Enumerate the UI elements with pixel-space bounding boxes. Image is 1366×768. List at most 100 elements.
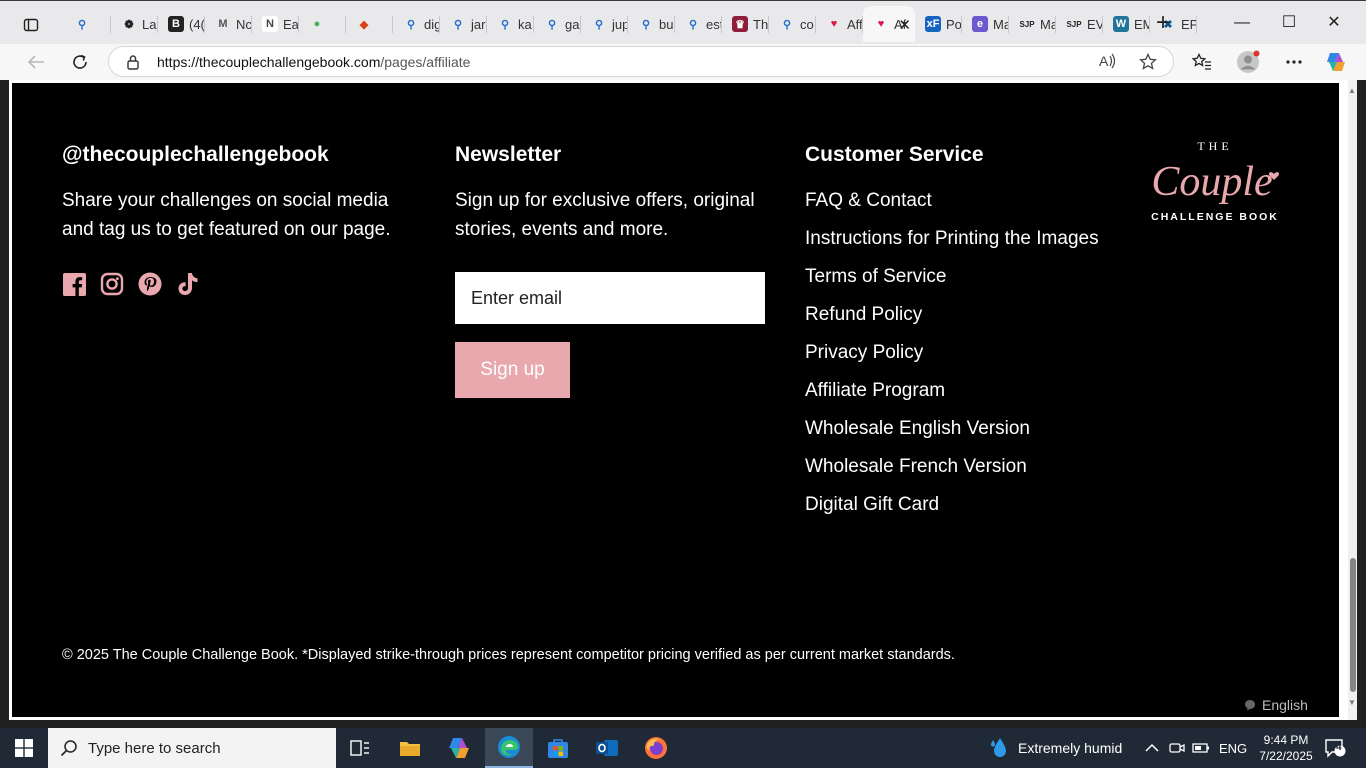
browser-tab[interactable]: ⚲ bu [628, 6, 675, 42]
pinterest-icon[interactable] [138, 272, 162, 296]
browser-tab[interactable]: ● [299, 6, 346, 42]
browser-tab[interactable]: ⚲ est [675, 6, 722, 42]
new-tab-button[interactable]: + [1150, 11, 1176, 37]
more-options-button[interactable] [1279, 49, 1309, 75]
browser-tab[interactable]: ⚲ ka [487, 6, 534, 42]
customer-service-link[interactable]: Instructions for Printing the Images [805, 224, 1099, 262]
address-bar[interactable]: https://thecouplechallengebook.com/pages… [108, 46, 1174, 77]
tab-title: EM [1134, 16, 1150, 32]
social-description: Share your challenges on social media an… [62, 190, 391, 240]
windows-taskbar: Type here to search Extremely humid ENG … [0, 728, 1366, 768]
store-app-button[interactable] [534, 728, 582, 768]
start-button[interactable] [0, 728, 48, 768]
refresh-button[interactable] [65, 49, 95, 75]
browser-tab[interactable]: SJP EV [1056, 6, 1103, 42]
browser-tab[interactable]: N Ea [252, 6, 299, 42]
customer-service-link[interactable]: Digital Gift Card [805, 490, 1099, 528]
tiktok-icon[interactable] [176, 272, 200, 296]
instagram-icon[interactable] [100, 272, 124, 296]
tab-title: Po [946, 16, 962, 32]
favorite-star-icon[interactable] [1139, 52, 1157, 76]
customer-service-link[interactable]: Terms of Service [805, 262, 1099, 300]
browser-tab[interactable]: SJP Ma [1009, 6, 1056, 42]
language-selector[interactable]: English [1244, 697, 1308, 713]
customer-service-link[interactable]: Wholesale French Version [805, 452, 1099, 490]
browser-tab[interactable]: ⚲ jup [581, 6, 628, 42]
copilot-app-button[interactable] [435, 728, 483, 768]
browser-tab[interactable]: ⚲ [64, 6, 111, 42]
notification-center-button[interactable]: 4 [1324, 728, 1346, 768]
shield-icon: ◆ [359, 18, 369, 31]
outlook-app-button[interactable] [583, 728, 631, 768]
battery-icon [1192, 743, 1209, 753]
page-scrollbar[interactable]: ▲ ▼ [1348, 80, 1357, 720]
ellipsis-icon [1286, 60, 1302, 64]
wordpress-icon: W [1113, 16, 1129, 32]
meet-now-button[interactable] [1169, 728, 1185, 768]
back-button[interactable] [21, 49, 51, 75]
tab-title: co [800, 16, 814, 32]
xf-icon: xF [925, 16, 941, 32]
browser-tab[interactable]: ♥ Aff [816, 6, 863, 42]
tab-strip: ⚲ ❁ La B (4(M Nc N Ea ● ◆ ⚲ dig ⚲ jar ⚲ ka ⚲ ga ⚲ jup ⚲ bu ⚲ es… [0, 0, 1366, 44]
chat-bubble-icon [1245, 700, 1255, 711]
openai-icon: ❁ [124, 18, 134, 31]
close-tab-icon[interactable]: ✕ [898, 16, 911, 34]
battery-button[interactable] [1192, 728, 1210, 768]
water-drop-icon [991, 738, 1006, 757]
browser-tab[interactable]: ⚲ jar [440, 6, 487, 42]
favorites-button[interactable] [1187, 49, 1217, 75]
file-explorer-button[interactable] [386, 728, 434, 768]
scroll-up-arrow-icon[interactable]: ▲ [1348, 86, 1356, 95]
facebook-icon[interactable] [62, 272, 86, 296]
browser-tab[interactable]: W EM [1103, 6, 1150, 42]
browser-tab[interactable]: xF Po [915, 6, 962, 42]
browser-tab[interactable]: ♥ Af ✕ [863, 6, 915, 42]
firefox-icon [645, 737, 667, 759]
profile-button[interactable] [1233, 49, 1263, 75]
signup-button[interactable]: Sign up [455, 342, 570, 398]
maximize-button[interactable]: ☐ [1269, 9, 1309, 37]
browser-tab[interactable]: ♛ Th [722, 6, 769, 42]
browser-tab[interactable]: ⚲ co [769, 6, 816, 42]
profile-avatar-icon [1237, 50, 1260, 73]
email-input[interactable] [455, 272, 765, 324]
brand-logo[interactable]: THE Couple CHALLENGE BOOK [1140, 138, 1290, 223]
customer-service-link[interactable]: Refund Policy [805, 300, 1099, 338]
tab-actions-button[interactable] [14, 11, 48, 39]
edge-app-button[interactable] [485, 728, 533, 768]
monogram-icon: M [218, 18, 228, 30]
input-language-button[interactable]: ENG [1219, 728, 1247, 768]
windows-logo-icon [15, 739, 33, 757]
scroll-down-arrow-icon[interactable]: ▼ [1348, 698, 1356, 707]
show-hidden-icons-button[interactable] [1145, 728, 1159, 768]
social-icons [62, 272, 200, 296]
browser-tab[interactable]: e Ma [962, 6, 1009, 42]
minimize-button[interactable]: — [1222, 9, 1262, 37]
favorites-icon [1192, 53, 1211, 70]
scrollbar-thumb[interactable] [1350, 558, 1356, 692]
browser-tab[interactable]: ◆ [346, 6, 393, 42]
search-icon: ⚲ [77, 18, 87, 31]
browser-tab[interactable]: B (4( [158, 6, 205, 42]
browser-tab[interactable]: ❁ La [111, 6, 158, 42]
browser-tab[interactable]: M Nc [205, 6, 252, 42]
system-clock[interactable]: 9:44 PM 7/22/2025 [1254, 732, 1318, 764]
close-window-button[interactable]: ✕ [1314, 9, 1354, 37]
customer-service-link[interactable]: Affiliate Program [805, 376, 1099, 414]
copilot-button[interactable] [1321, 49, 1351, 75]
browser-tab[interactable]: ⚲ ga [534, 6, 581, 42]
taskbar-search[interactable]: Type here to search [48, 728, 336, 768]
weather-widget[interactable]: Extremely humid [988, 728, 1122, 768]
read-aloud-icon[interactable]: A [1099, 53, 1117, 74]
refresh-icon [73, 54, 87, 69]
firefox-app-button[interactable] [632, 728, 680, 768]
tab-title: ga [565, 16, 580, 32]
customer-service-link[interactable]: Wholesale English Version [805, 414, 1099, 452]
customer-service-link[interactable]: FAQ & Contact [805, 186, 1099, 224]
tab-actions-icon [23, 18, 39, 32]
customer-service-link[interactable]: Privacy Policy [805, 338, 1099, 376]
browser-tab[interactable]: ⚲ dig [393, 6, 440, 42]
folder-icon [400, 742, 420, 756]
task-view-button[interactable] [336, 728, 384, 768]
